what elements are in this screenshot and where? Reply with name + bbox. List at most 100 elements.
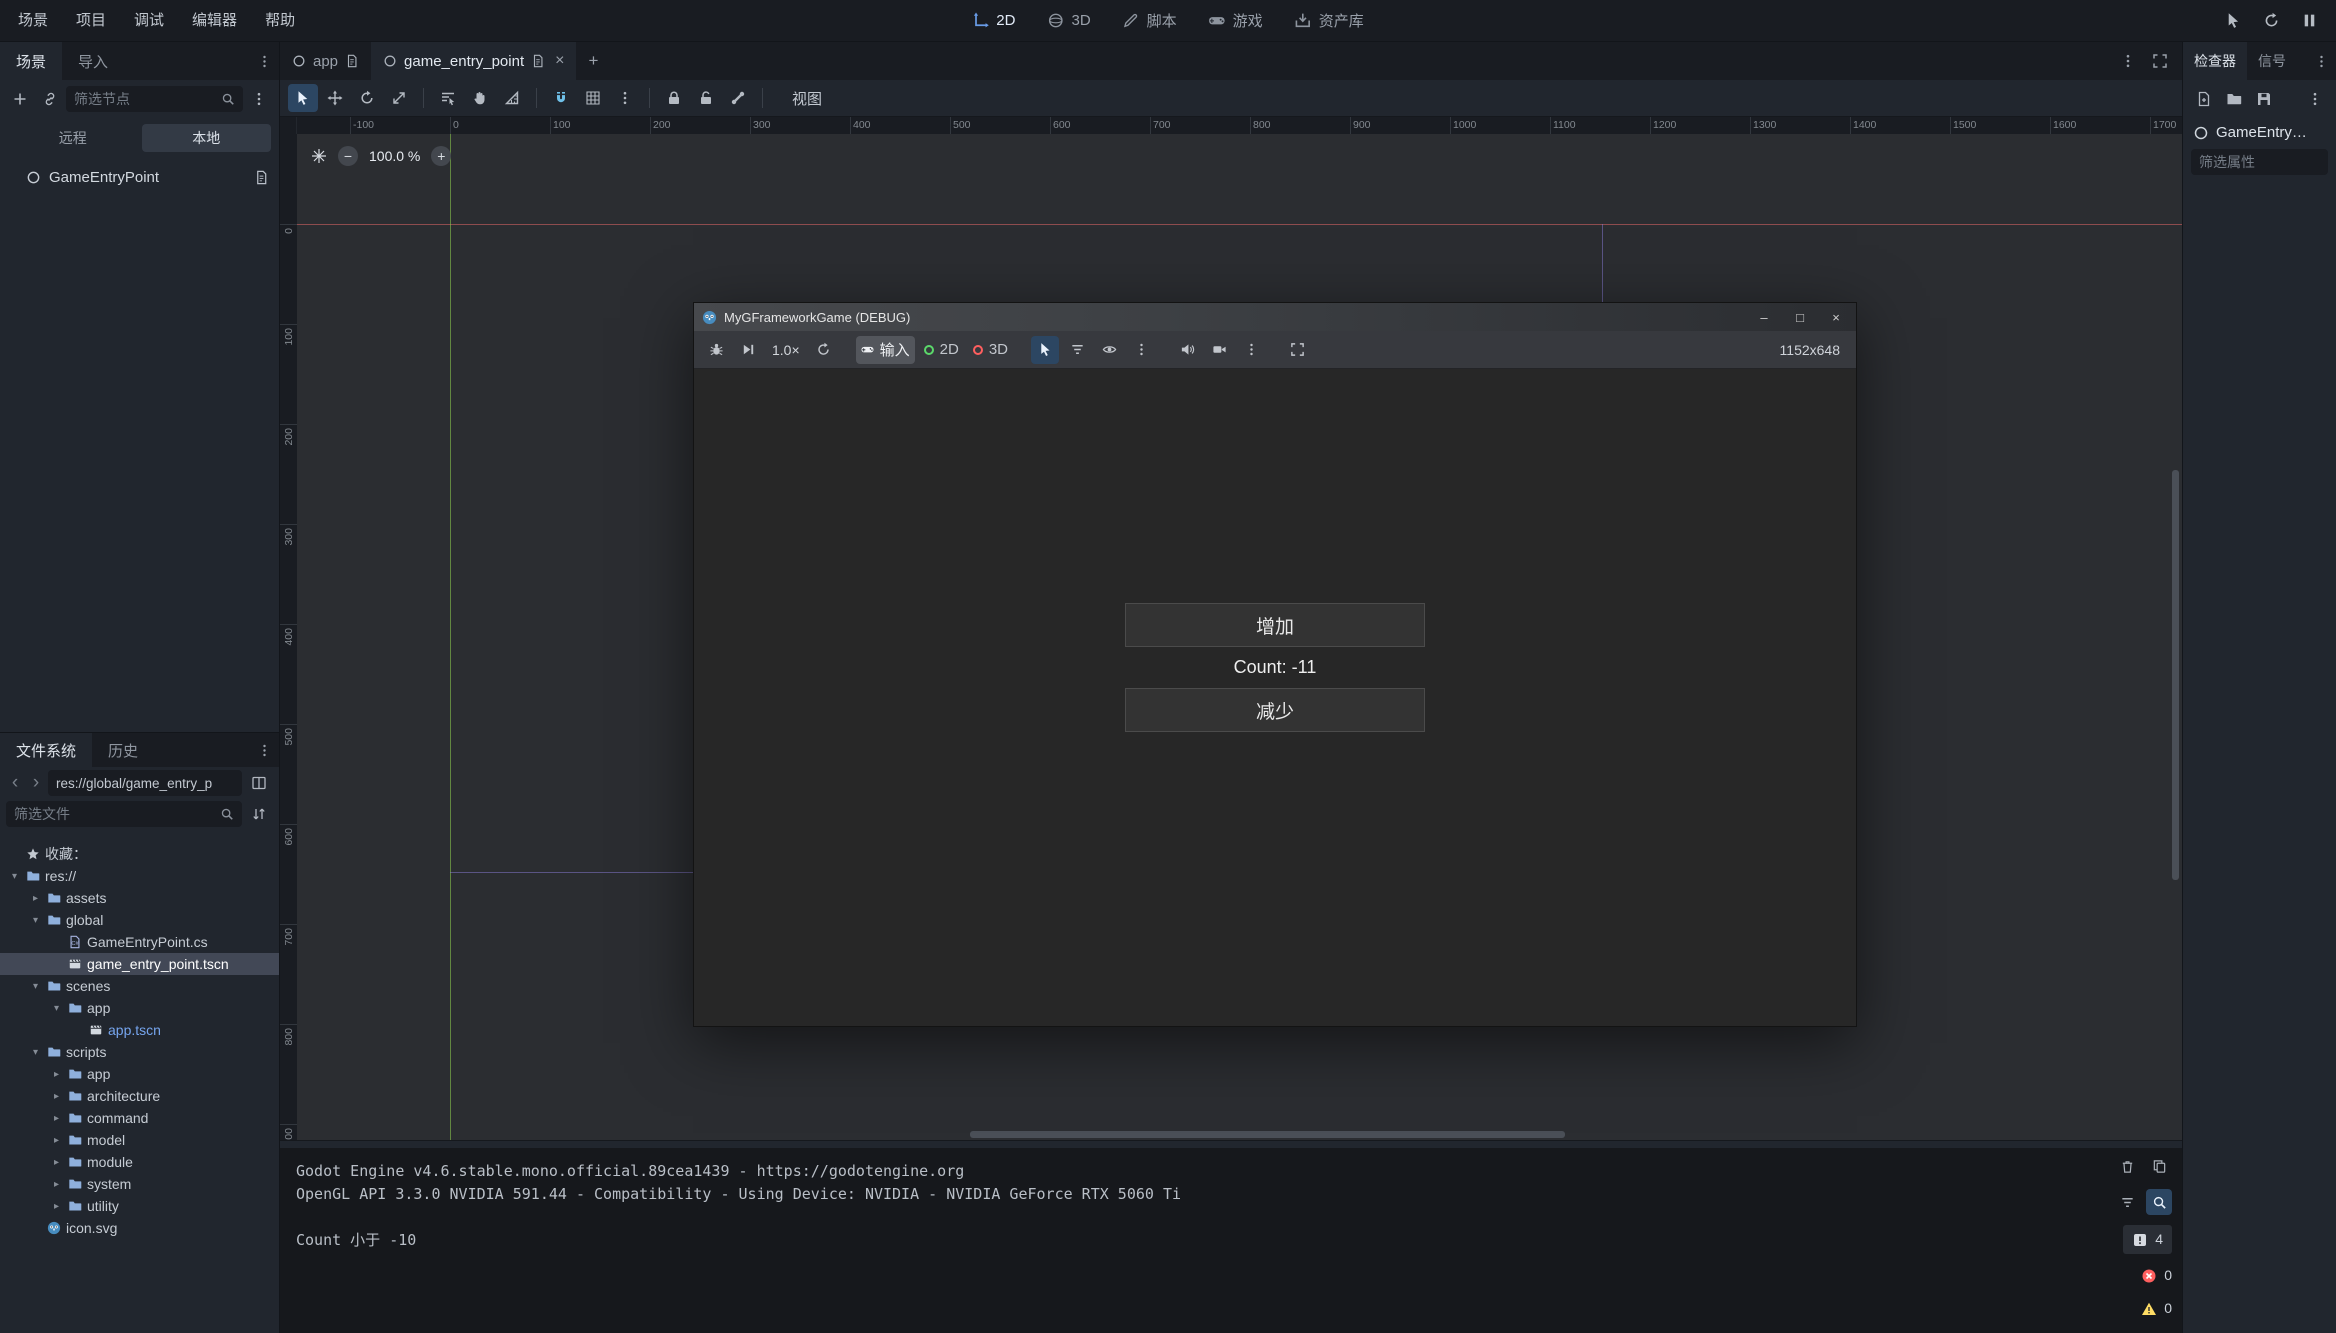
expander-icon[interactable]: ▸ xyxy=(50,1201,63,1212)
fs-item-system[interactable]: ▸system xyxy=(0,1173,279,1195)
resource-options-menu[interactable] xyxy=(2302,85,2328,113)
warnings-badge[interactable]: 0 xyxy=(2141,1297,2172,1320)
list-select-tool[interactable] xyxy=(433,84,463,112)
fs-item-global[interactable]: ▾global xyxy=(0,909,279,931)
reset-zoom-button[interactable] xyxy=(810,336,838,364)
zoom-in-button[interactable]: + xyxy=(431,146,451,166)
expander-icon[interactable]: ▸ xyxy=(50,1069,63,1080)
load-resource-button[interactable] xyxy=(2221,85,2247,113)
expander-icon[interactable]: ▾ xyxy=(8,871,21,882)
scene-dock-menu-button[interactable] xyxy=(249,42,279,80)
lock-button[interactable] xyxy=(659,84,689,112)
copy-output-button[interactable] xyxy=(2146,1153,2172,1179)
filter-output-button[interactable] xyxy=(2114,1189,2140,1215)
expand-viewport-button[interactable] xyxy=(2146,47,2174,75)
grid-snap-toggle[interactable] xyxy=(578,84,608,112)
restart-button[interactable] xyxy=(2256,6,2286,36)
scene-tree-menu-button[interactable] xyxy=(245,85,273,113)
increase-button[interactable]: 增加 xyxy=(1125,603,1425,647)
minimize-button[interactable]: – xyxy=(1746,303,1782,331)
menu-help[interactable]: 帮助 xyxy=(251,0,309,42)
expander-icon[interactable]: ▾ xyxy=(29,981,42,992)
zoom-percentage[interactable]: 100.0 % xyxy=(369,148,420,164)
zoom-out-button[interactable]: − xyxy=(338,146,358,166)
filter-nodes-input[interactable]: 筛选节点 xyxy=(66,86,243,112)
scale-tool[interactable] xyxy=(384,84,414,112)
game-zoom-level[interactable]: 1.0× xyxy=(766,342,806,358)
skeleton-menu[interactable] xyxy=(723,84,753,112)
tab-history[interactable]: 历史 xyxy=(92,733,154,767)
unlock-button[interactable] xyxy=(691,84,721,112)
pick-node-button[interactable] xyxy=(1031,336,1059,364)
split-view-button[interactable] xyxy=(245,769,273,797)
game-window-titlebar[interactable]: MyGFrameworkGame (DEBUG) – □ × xyxy=(694,303,1856,331)
scene-tab-game-entry-point[interactable]: game_entry_point × xyxy=(371,42,576,80)
menu-debug[interactable]: 调试 xyxy=(120,0,178,42)
debug-session-button[interactable] xyxy=(702,336,730,364)
mute-audio-button[interactable] xyxy=(1173,336,1201,364)
decrease-button[interactable]: 减少 xyxy=(1125,688,1425,732)
tab-import[interactable]: 导入 xyxy=(62,42,124,80)
fs-item-gameentrypoint-cs[interactable]: C#GameEntryPoint.cs xyxy=(0,931,279,953)
camera-override-button[interactable] xyxy=(1205,336,1233,364)
fs-item-assets[interactable]: ▸assets xyxy=(0,887,279,909)
sort-files-button[interactable] xyxy=(245,800,273,828)
tab-scene[interactable]: 场景 xyxy=(0,42,62,80)
expander-icon[interactable]: ▸ xyxy=(50,1135,63,1146)
fs-item-res[interactable]: ▾res:// xyxy=(0,865,279,887)
maximize-button[interactable]: □ xyxy=(1782,303,1818,331)
menu-project[interactable]: 项目 xyxy=(62,0,120,42)
embed-fullscreen-button[interactable] xyxy=(1283,336,1311,364)
add-node-button[interactable] xyxy=(6,85,34,113)
expander-icon[interactable]: ▸ xyxy=(50,1157,63,1168)
filesystem-menu-button[interactable] xyxy=(249,733,279,767)
2d-mode-button[interactable]: 2D xyxy=(919,336,964,364)
expander-icon[interactable]: ▸ xyxy=(50,1113,63,1124)
2d-viewport[interactable]: − 100.0 % + MyGFrameworkGame (DEBUG) – □… xyxy=(297,134,2182,1140)
messages-badge[interactable]: 4 xyxy=(2123,1225,2172,1254)
fs-item-model[interactable]: ▸model xyxy=(0,1129,279,1151)
nav-forward-button[interactable]: › xyxy=(27,770,45,796)
fs-item-game-entry-point-tscn[interactable]: game_entry_point.tscn xyxy=(0,953,279,975)
panel-divider[interactable] xyxy=(280,1140,2182,1148)
search-output-button[interactable] xyxy=(2146,1189,2172,1215)
camera-options-menu[interactable] xyxy=(1237,336,1265,364)
fs-item-architecture[interactable]: ▸architecture xyxy=(0,1085,279,1107)
fs-item-app-tscn[interactable]: app.tscn xyxy=(0,1019,279,1041)
attached-script-icon[interactable] xyxy=(254,170,269,185)
remote-button[interactable]: 远程 xyxy=(8,124,138,152)
node-list-button[interactable] xyxy=(1063,336,1091,364)
scene-tab-app[interactable]: app xyxy=(280,42,371,80)
expander-icon[interactable]: ▸ xyxy=(29,893,42,904)
view-menu-button[interactable]: 视图 xyxy=(782,84,832,112)
new-resource-button[interactable] xyxy=(2191,85,2217,113)
close-window-button[interactable]: × xyxy=(1818,303,1854,331)
expander-icon[interactable]: ▸ xyxy=(50,1179,63,1190)
switch-2d[interactable]: 2D xyxy=(957,0,1030,41)
move-tool[interactable] xyxy=(320,84,350,112)
smart-snap-toggle[interactable] xyxy=(546,84,576,112)
menu-editor[interactable]: 编辑器 xyxy=(178,0,251,42)
menu-scene[interactable]: 场景 xyxy=(4,0,62,42)
fs-item-scenes[interactable]: ▾scenes xyxy=(0,975,279,997)
filter-files-input[interactable]: 筛选文件 xyxy=(6,801,242,827)
expander-icon[interactable]: ▾ xyxy=(50,1003,63,1014)
close-tab-button[interactable]: × xyxy=(555,52,564,70)
fs-item-[interactable]: 收藏： xyxy=(0,843,279,865)
switch-game[interactable]: 游戏 xyxy=(1194,0,1278,41)
switch-assetlib[interactable]: 资产库 xyxy=(1280,0,1379,41)
nav-back-button[interactable]: ‹ xyxy=(6,770,24,796)
visibility-button[interactable] xyxy=(1095,336,1123,364)
tab-list-menu-button[interactable] xyxy=(2114,47,2142,75)
local-button[interactable]: 本地 xyxy=(142,124,272,152)
instance-scene-button[interactable] xyxy=(36,85,64,113)
fs-item-icon-svg[interactable]: icon.svg xyxy=(0,1217,279,1239)
current-path[interactable]: res://global/game_entry_p xyxy=(48,770,242,796)
fs-item-app[interactable]: ▾app xyxy=(0,997,279,1019)
vertical-scrollbar[interactable] xyxy=(2172,470,2179,880)
switch-3d[interactable]: 3D xyxy=(1032,0,1105,41)
fs-item-command[interactable]: ▸command xyxy=(0,1107,279,1129)
pick-options-menu[interactable] xyxy=(1127,336,1155,364)
tab-signals[interactable]: 信号 xyxy=(2247,42,2297,80)
tab-inspector[interactable]: 检查器 xyxy=(2183,42,2247,80)
